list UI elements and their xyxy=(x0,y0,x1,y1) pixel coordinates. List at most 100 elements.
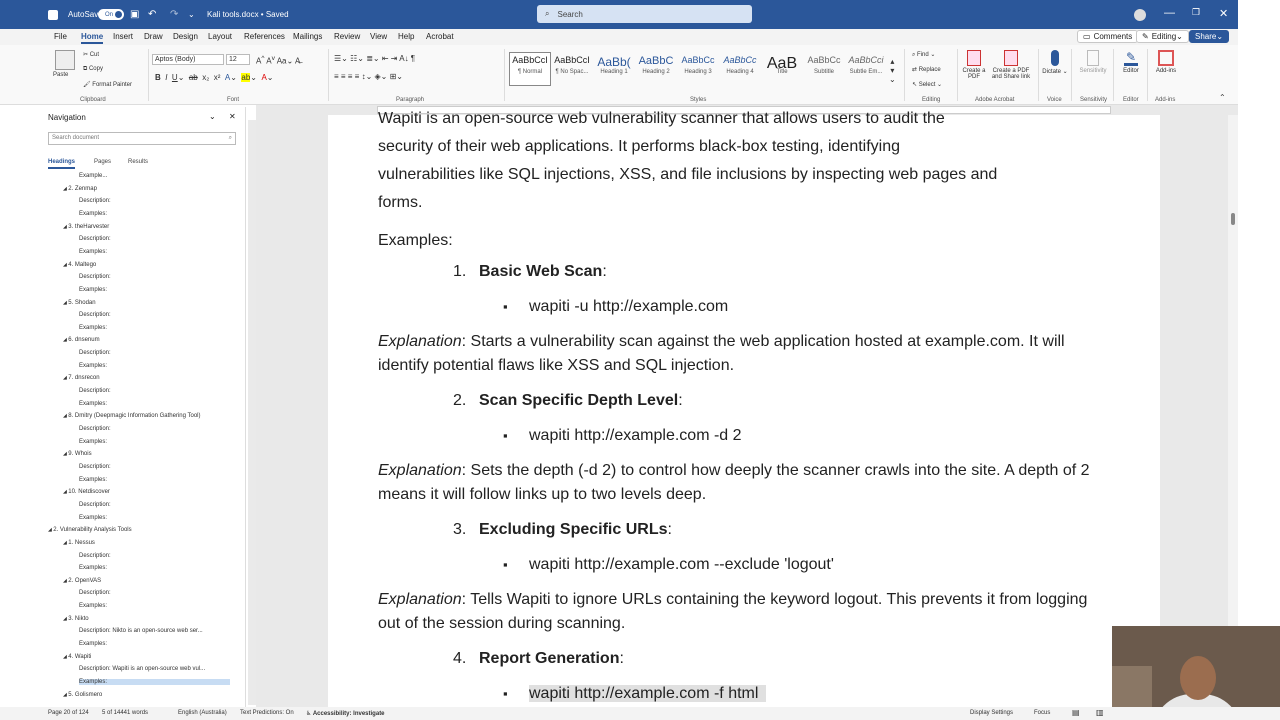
nav-subheading-item[interactable]: Examples: xyxy=(79,287,107,293)
dictate-button[interactable]: Dictate ⌄ xyxy=(1042,50,1068,75)
search-box[interactable]: ⌕ Search xyxy=(537,5,752,23)
tab-review[interactable]: Review xyxy=(334,32,360,41)
tab-pages[interactable]: Pages xyxy=(94,159,111,165)
nav-subheading-item[interactable]: Examples: xyxy=(79,211,107,217)
tab-design[interactable]: Design xyxy=(173,32,198,41)
style-title[interactable]: AaB Title xyxy=(761,55,803,75)
nav-subheading-item[interactable]: Description: xyxy=(79,464,111,470)
collapse-ribbon-icon[interactable]: ⌃ xyxy=(1219,93,1226,102)
align-icons[interactable]: ≡ ≡ ≡ ≡ ↕⌄ ◈⌄ ⊞⌄ xyxy=(334,72,403,81)
print-layout-icon[interactable]: ▥ xyxy=(1096,708,1104,717)
copy-button[interactable]: ⧉ Copy xyxy=(83,66,103,73)
tab-insert[interactable]: Insert xyxy=(113,32,133,41)
find-button[interactable]: ⌕ Find ⌄ xyxy=(912,51,935,59)
create-pdf-share-button[interactable]: Create a PDF and Share link xyxy=(988,50,1034,80)
autosave-toggle[interactable]: On xyxy=(98,0,124,29)
nav-search-input[interactable]: Search document ⌕ xyxy=(48,132,236,145)
comments-button[interactable]: ▭ Comments xyxy=(1077,30,1139,43)
save-icon[interactable]: ▣ xyxy=(130,0,139,29)
tab-headings[interactable]: Headings xyxy=(48,159,76,169)
nav-heading-item[interactable]: ◢ 7. dnsrecon xyxy=(63,375,100,381)
nav-subheading-item[interactable]: Description: xyxy=(79,502,111,508)
nav-heading-item[interactable]: ◢ 8. Dmitry (Deepmagic Information Gathe… xyxy=(63,413,201,419)
tab-home[interactable]: Home xyxy=(81,32,104,44)
style-heading-2[interactable]: AaBbC Heading 2 xyxy=(635,55,677,75)
nav-subheading-item[interactable]: Examples: xyxy=(79,679,230,685)
tab-view[interactable]: View xyxy=(370,32,387,41)
avatar[interactable] xyxy=(1134,0,1146,29)
nav-heading-item[interactable]: ◢ 9. Whois xyxy=(63,451,92,457)
tab-help[interactable]: Help xyxy=(398,32,414,41)
word-count[interactable]: 5 of 14441 words xyxy=(102,710,148,716)
sensitivity-button[interactable]: Sensitivity xyxy=(1074,50,1112,74)
restore-icon[interactable]: ❐ xyxy=(1192,7,1200,18)
nav-heading-item[interactable]: ◢ 2. Zenmap xyxy=(63,186,97,192)
tab-acrobat[interactable]: Acrobat xyxy=(426,32,454,41)
editing-mode-button[interactable]: ✎ Editing ⌄ xyxy=(1136,30,1189,43)
nav-subheading-item[interactable]: Description: xyxy=(79,312,111,318)
grow-font-icon[interactable]: A^ Av Aa⌄ A̶ xyxy=(256,55,300,66)
nav-heading-item[interactable]: ◢ 1. Nessus xyxy=(63,540,95,546)
select-button[interactable]: ↖ Select ⌄ xyxy=(912,81,942,88)
focus-mode[interactable]: Focus xyxy=(1034,710,1050,716)
nav-subheading-item[interactable]: Description: xyxy=(79,426,111,432)
nav-options-icon[interactable]: ⌄ xyxy=(209,112,216,121)
nav-subheading-item[interactable]: Description: xyxy=(79,553,111,559)
create-pdf-button[interactable]: Create a PDF xyxy=(962,50,986,80)
paste-button[interactable]: Paste xyxy=(53,72,68,78)
font-format-icons[interactable]: B I U⌄ ab x₂ x² A⌄ ab⌄ A⌄ xyxy=(155,73,273,82)
style-heading-3[interactable]: AaBbCc Heading 3 xyxy=(677,55,719,75)
tab-draw[interactable]: Draw xyxy=(144,32,163,41)
styles-scroll-icon[interactable]: ▴ ▾ ⌄ xyxy=(889,57,896,84)
nav-subheading-item[interactable]: Examples: xyxy=(79,565,107,571)
nav-subheading-item[interactable]: Examples: xyxy=(79,363,107,369)
nav-subheading-item[interactable]: Description: xyxy=(79,198,111,204)
customize-qat-icon[interactable]: ⌄ xyxy=(188,0,195,29)
nav-subheading-item[interactable]: Examples: xyxy=(79,325,107,331)
nav-subheading-item[interactable]: Description: xyxy=(79,590,111,596)
redo-icon[interactable]: ↷ xyxy=(170,0,178,29)
nav-heading-item[interactable]: ◢ 10. Netdiscover xyxy=(63,489,110,495)
nav-subheading-item[interactable]: Examples: xyxy=(79,249,107,255)
undo-icon[interactable]: ↶ xyxy=(148,0,156,29)
style-subtle-emphasis[interactable]: AaBbCci Subtle Em... xyxy=(845,55,887,75)
scrollbar-thumb[interactable] xyxy=(1231,213,1235,225)
list-icons[interactable]: ☰⌄ ☷⌄ ≣⌄ ⇤ ⇥ A↓ ¶ xyxy=(334,54,415,63)
nav-heading-item[interactable]: ◢ 3. theHarvester xyxy=(63,224,109,230)
text-predictions[interactable]: Text Predictions: On xyxy=(240,710,294,716)
nav-heading-item[interactable]: ◢ 4. Wapiti xyxy=(63,654,91,660)
style-heading-4[interactable]: AaBbCc Heading 4 xyxy=(719,55,761,75)
read-mode-icon[interactable]: ▤ xyxy=(1072,708,1080,717)
nav-close-icon[interactable]: ✕ xyxy=(229,112,236,121)
nav-heading-item[interactable]: ◢ 3. Nikto xyxy=(63,616,89,622)
nav-subheading-item[interactable]: Examples: xyxy=(79,439,107,445)
nav-subheading-item[interactable]: Description: xyxy=(79,388,111,394)
cut-button[interactable]: ✂ Cut xyxy=(83,51,99,58)
tab-file[interactable]: File xyxy=(54,32,67,41)
accessibility-status[interactable]: ♿ Accessibility: Investigate xyxy=(306,710,385,717)
display-settings[interactable]: Display Settings xyxy=(970,710,1013,716)
tab-layout[interactable]: Layout xyxy=(208,32,232,41)
nav-subheading-item[interactable]: Description: Nikto is an open-source web… xyxy=(79,628,203,634)
nav-subheading-item[interactable]: Example... xyxy=(79,173,107,179)
nav-subheading-item[interactable]: Description: xyxy=(79,274,111,280)
nav-subheading-item[interactable]: Description: xyxy=(79,350,111,356)
nav-subheading-item[interactable]: Examples: xyxy=(79,603,107,609)
font-name-box[interactable]: Aptos (Body) xyxy=(152,54,224,65)
vertical-scrollbar[interactable] xyxy=(1228,115,1238,707)
nav-heading-item[interactable]: ◢ 6. dnsenum xyxy=(63,337,100,343)
tab-results[interactable]: Results xyxy=(128,159,148,165)
nav-heading-item[interactable]: ◢ 2. OpenVAS xyxy=(63,578,101,584)
style-normal[interactable]: AaBbCcI ¶ Normal xyxy=(509,55,551,75)
nav-heading-item[interactable]: ◢ 5. Golismero xyxy=(63,692,102,698)
style-heading-1[interactable]: AaBb(Heading 1 xyxy=(593,55,635,75)
nav-subheading-item[interactable]: Description: Wapiti is an open-source we… xyxy=(79,666,205,672)
nav-subheading-item[interactable]: Examples: xyxy=(79,515,107,521)
minimize-icon[interactable]: — xyxy=(1164,7,1175,19)
nav-heading-item[interactable]: ◢ 5. Shodan xyxy=(63,300,96,306)
tab-mailings[interactable]: Mailings xyxy=(293,32,322,41)
document-title[interactable]: Kali tools.docx • Saved xyxy=(207,0,289,29)
nav-subheading-item[interactable]: Description: xyxy=(79,236,111,242)
close-icon[interactable]: ✕ xyxy=(1219,7,1228,20)
page-count[interactable]: Page 20 of 124 xyxy=(48,710,89,716)
